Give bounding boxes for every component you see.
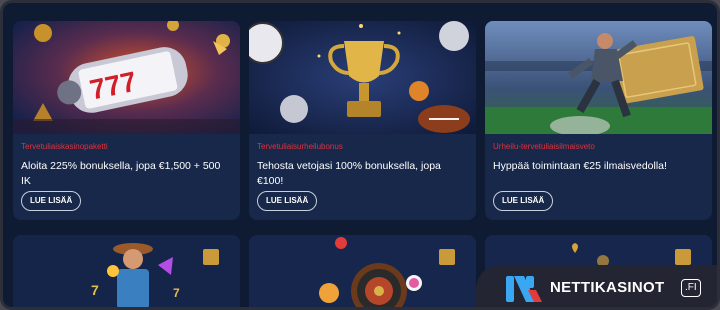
promo-card-partial[interactable] xyxy=(249,235,476,307)
brand-name: NETTIKASINOT xyxy=(550,279,665,296)
promo-card-partial[interactable]: 7 7 xyxy=(13,235,240,307)
cowboy-slot-image: 7 7 xyxy=(13,235,240,307)
promo-title: Tehosta vetojasi 100% bonuksella, jopa €… xyxy=(257,160,441,187)
promo-tag: Urheilu-tervetuliaisilmaisveto xyxy=(493,142,595,151)
trophy-image xyxy=(249,21,476,134)
promo-card-sports[interactable]: Tervetuliaisurheilubonus Tehosta vetojas… xyxy=(249,21,476,220)
slot-machine-image: 777 xyxy=(13,21,240,134)
read-more-button[interactable]: LUE LISÄÄ xyxy=(21,191,82,211)
football-player-image xyxy=(485,21,712,134)
section-header-faded xyxy=(13,3,233,17)
promo-title: Aloita 225% bonuksella, jopa €1,500 + 50… xyxy=(21,160,221,187)
promo-title: Hyppää toimintaan €25 ilmaisvedolla! xyxy=(493,160,667,172)
read-more-button[interactable]: LUE LISÄÄ xyxy=(257,191,318,211)
roulette-image xyxy=(249,235,476,307)
promotions-page: 777 Tervetuliaiskasinopaketti Aloita 225… xyxy=(0,0,720,310)
brand-tld: .FI xyxy=(681,279,701,297)
promo-tag: Tervetuliaiskasinopaketti xyxy=(21,142,108,151)
promo-card-casino[interactable]: 777 Tervetuliaiskasinopaketti Aloita 225… xyxy=(13,21,240,220)
svg-text:7: 7 xyxy=(173,286,180,300)
nettikasinot-logo-icon xyxy=(506,276,542,302)
promo-card-freebet[interactable]: Urheilu-tervetuliaisilmaisveto Hyppää to… xyxy=(485,21,712,220)
svg-text:7: 7 xyxy=(91,282,99,298)
promo-tag: Tervetuliaisurheilubonus xyxy=(257,142,343,151)
read-more-button[interactable]: LUE LISÄÄ xyxy=(493,191,554,211)
nettikasinot-brand-badge[interactable]: NETTIKASINOT .FI xyxy=(476,265,717,307)
